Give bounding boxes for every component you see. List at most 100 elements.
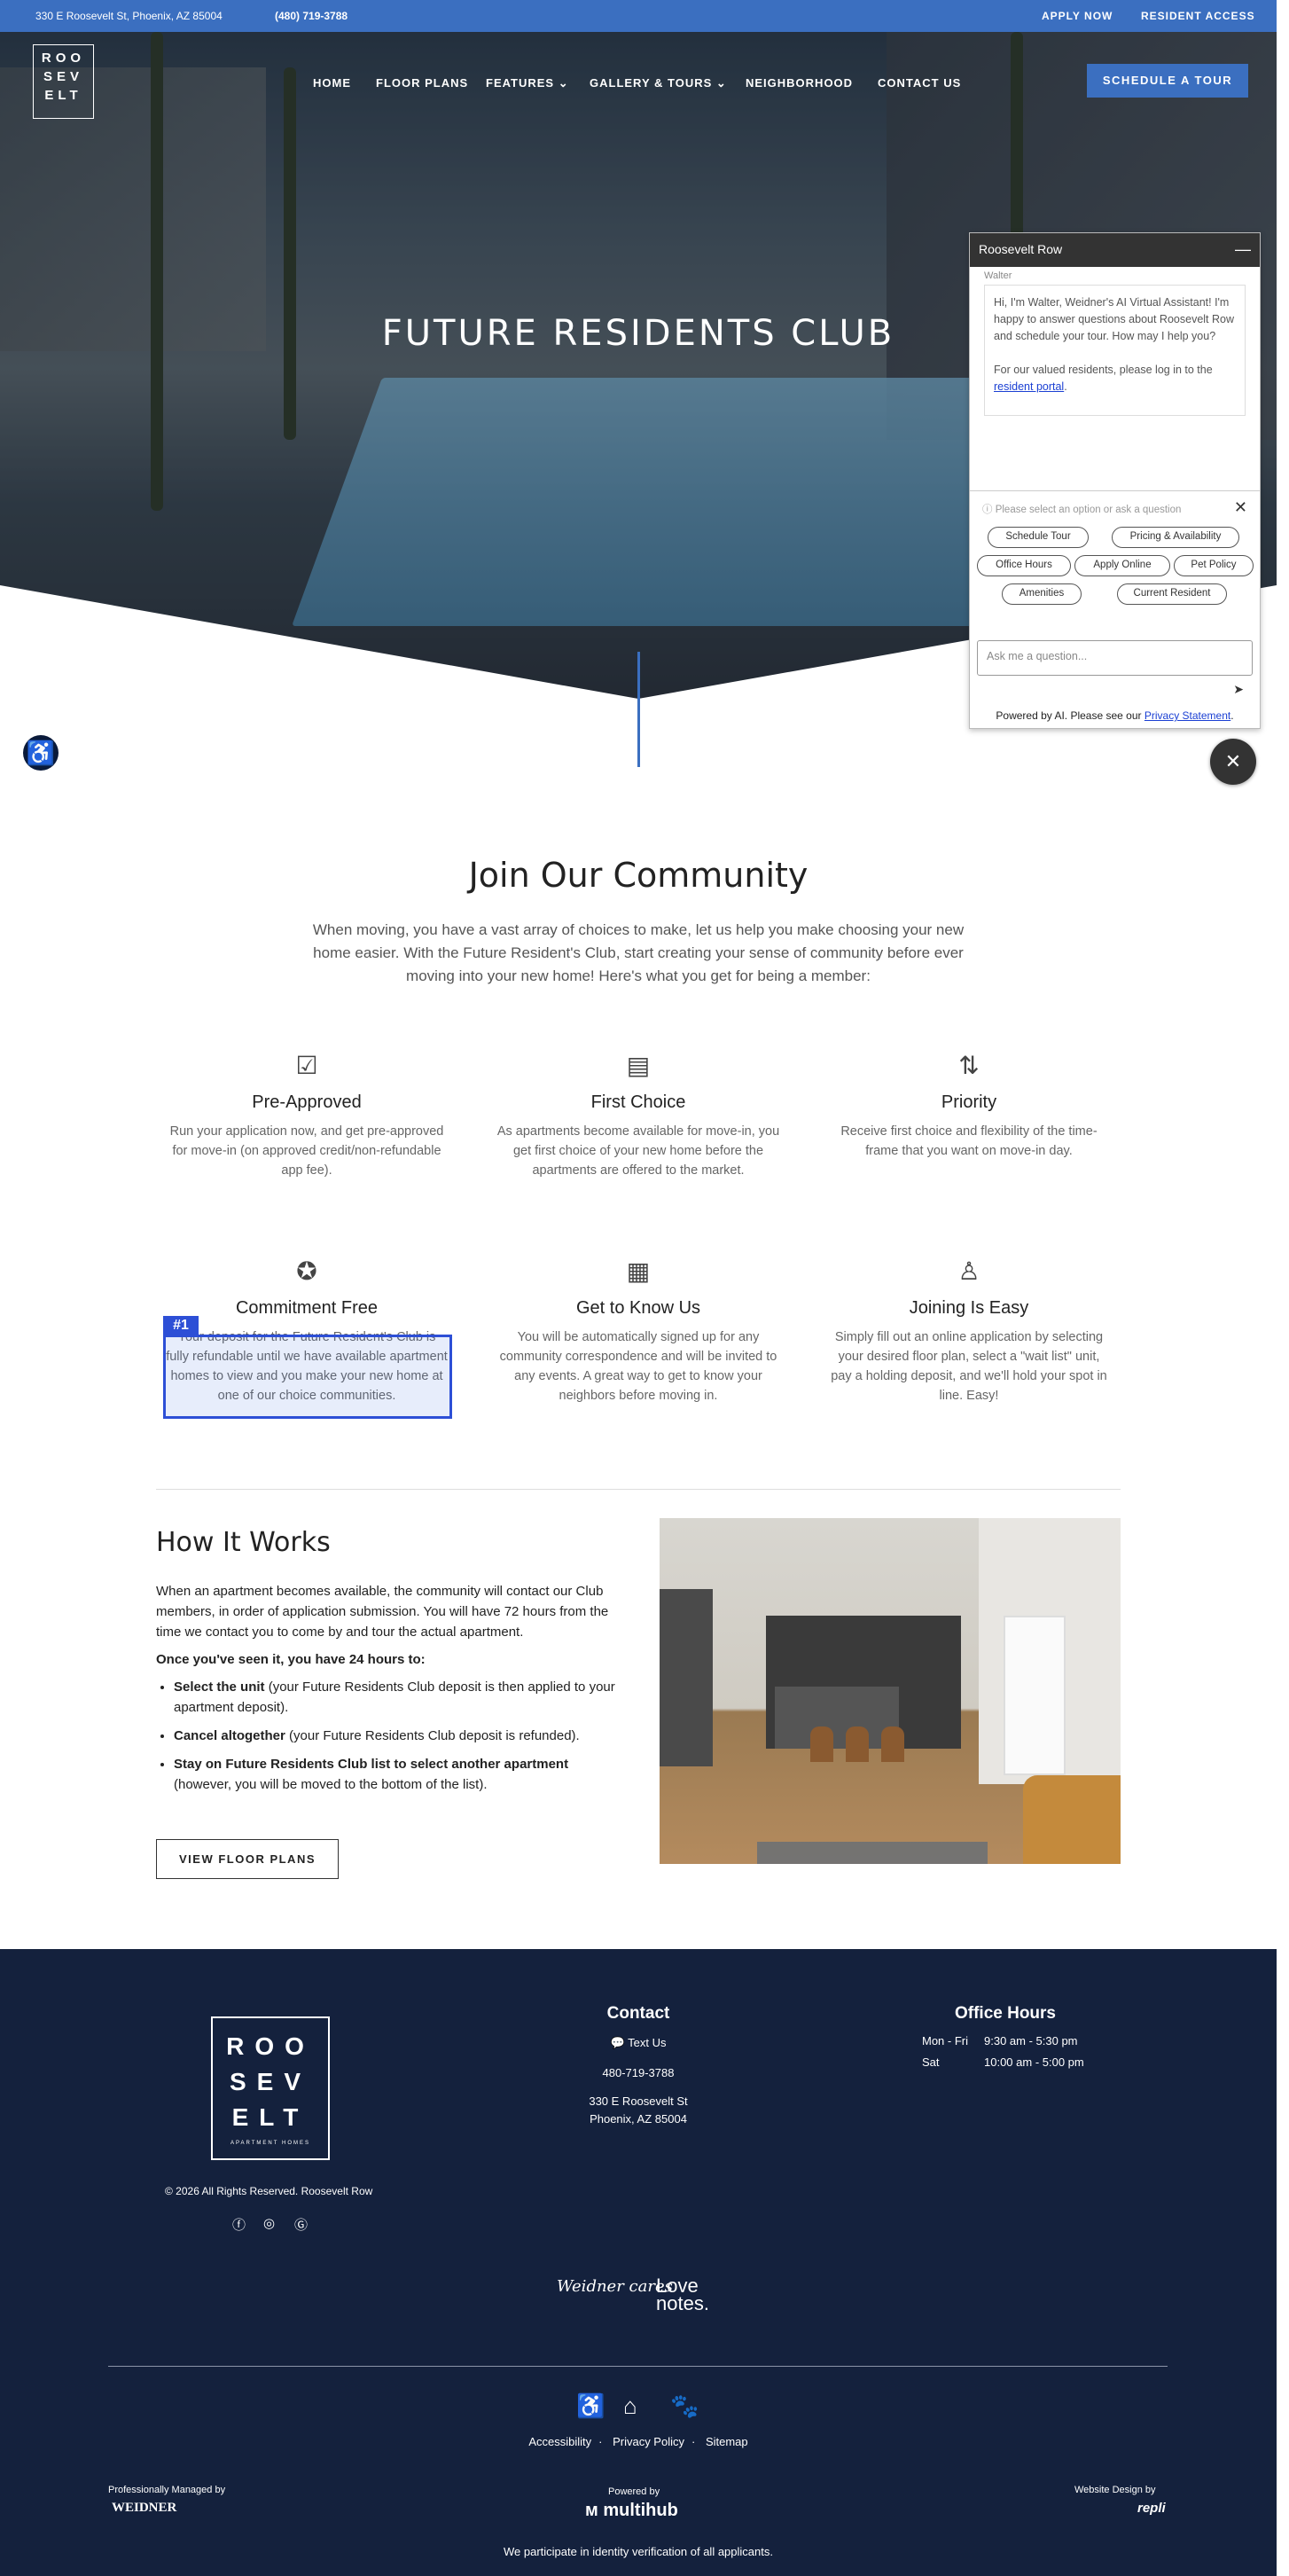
feature-title: Priority <box>941 1092 997 1112</box>
how-subheading: Once you've seen it, you have 24 hours t… <box>156 1652 426 1667</box>
site-logo[interactable]: ROO SEV ELT <box>33 44 94 119</box>
apply-now-link[interactable]: APPLY NOW <box>1042 10 1113 22</box>
list-item-text: (however, you will be moved to the botto… <box>174 1777 488 1792</box>
privacy-statement-link[interactable]: Privacy Statement <box>1144 709 1230 722</box>
chevron-down-icon: ⌄ <box>715 76 727 90</box>
feature-first-choice: ▤ First Choice As apartments become avai… <box>496 1052 780 1180</box>
nav-features[interactable]: FEATURES ⌄ <box>486 76 569 90</box>
highlight-badge: #1 <box>163 1316 199 1335</box>
chat-bubble-icon: 💬 <box>610 2036 625 2049</box>
nav-gallery-label: GALLERY & TOURS <box>590 76 713 90</box>
top-bar: 330 E Roosevelt St, Phoenix, AZ 85004 (4… <box>0 0 1277 32</box>
list-item: Select the unit (your Future Residents C… <box>174 1677 617 1718</box>
info-icon: ⓘ <box>982 505 993 515</box>
chat-footer: Powered by AI. Please see our Privacy St… <box>996 709 1234 722</box>
google-icon[interactable]: Ⓖ <box>294 2215 308 2234</box>
minimize-icon[interactable]: — <box>1235 240 1251 259</box>
photo-stool <box>810 1726 833 1762</box>
user-icon: ♙ <box>957 1257 980 1285</box>
footer-divider <box>108 2366 1168 2367</box>
hours-day: Mon - Fri <box>922 2034 968 2047</box>
privacy-policy-link[interactable]: Privacy Policy <box>613 2435 684 2448</box>
feature-text: You will be automatically signed up for … <box>499 1330 777 1403</box>
photo-counter <box>775 1687 899 1749</box>
accessibility-icon[interactable]: ♿ <box>23 735 59 771</box>
feature-pre-approved: ☑ Pre-Approved Run your application now,… <box>165 1052 449 1180</box>
chat-option-chip[interactable]: Pet Policy <box>1174 555 1254 576</box>
nav-floor-plans[interactable]: FLOOR PLANS <box>376 76 468 90</box>
repli-logo[interactable]: repli <box>1137 2501 1166 2516</box>
list-item-bold: Stay on Future Residents Club list to se… <box>174 1757 569 1772</box>
logo-line: ELT <box>44 88 82 103</box>
chevron-down-icon: ⌄ <box>558 76 569 90</box>
feature-joining-is-easy: ♙ Joining Is Easy Simply fill out an onl… <box>827 1257 1111 1405</box>
wheelchair-icon: ♿ <box>576 2392 605 2419</box>
chat-prompt-text: Please select an option or ask a questio… <box>995 505 1182 515</box>
chat-close-button[interactable]: ✕ <box>1210 739 1256 785</box>
resident-portal-link[interactable]: resident portal <box>994 380 1064 393</box>
section-title: Join Our Community <box>468 856 809 895</box>
schedule-tour-button[interactable]: SCHEDULE A TOUR <box>1087 64 1248 98</box>
contact-title: Contact <box>606 2004 670 2023</box>
weidner-logo[interactable]: WEIDNER <box>112 2501 176 2516</box>
feature-text: Simply fill out an online application by… <box>831 1330 1107 1403</box>
highlight-box <box>163 1335 452 1419</box>
chat-option-chip[interactable]: Office Hours <box>977 555 1071 576</box>
hero-divider-line <box>637 652 640 767</box>
feature-priority: ⇅ Priority Receive first choice and flex… <box>827 1052 1111 1161</box>
logo-subtitle: APARTMENT HOMES <box>230 2141 310 2146</box>
photo-sofa <box>1023 1775 1121 1864</box>
instagram-icon[interactable]: ◎ <box>263 2215 275 2231</box>
address-link[interactable]: 330 E Roosevelt St, Phoenix, AZ 85004 <box>35 10 223 22</box>
text-us-link[interactable]: 💬 Text Us <box>550 2036 727 2050</box>
chat-option-chip[interactable]: Pricing & Availability <box>1112 527 1239 548</box>
feature-title: Commitment Free <box>235 1298 379 1318</box>
chat-input[interactable]: Ask me a question... <box>977 640 1253 676</box>
send-icon[interactable]: ➤ <box>1233 682 1244 697</box>
feature-text: Run your application now, and get pre-ap… <box>169 1124 444 1178</box>
footer-phone[interactable]: 480-719-3788 <box>550 2066 727 2079</box>
chat-option-chip[interactable]: Apply Online <box>1074 555 1170 576</box>
paw-icon: 🐾 <box>670 2392 699 2419</box>
signpost-icon: ⇅ <box>958 1052 980 1079</box>
sitemap-link[interactable]: Sitemap <box>706 2435 748 2448</box>
nav-contact[interactable]: CONTACT US <box>878 76 961 90</box>
nav-neighborhood[interactable]: NEIGHBORHOOD <box>746 76 853 90</box>
chat-message-text: For our valued residents, please log in … <box>994 364 1213 376</box>
award-icon: ✪ <box>296 1257 317 1285</box>
newsletter-icon: ▦ <box>626 1257 651 1285</box>
multihub-logo[interactable]: ᴍ multihub <box>585 2501 678 2521</box>
list-item: Cancel altogether (your Future Residents… <box>174 1726 617 1746</box>
close-icon[interactable]: ✕ <box>1234 498 1247 517</box>
nav-home[interactable]: HOME <box>313 76 351 90</box>
feature-title: Get to Know Us <box>575 1298 701 1318</box>
chat-agent-name: Walter <box>984 270 1012 281</box>
feature-text: As apartments become available for move-… <box>496 1124 780 1178</box>
list-item-text: (your Future Residents Club deposit is r… <box>285 1728 580 1743</box>
love-notes-line: notes. <box>656 2292 709 2314</box>
footer-links: Accessibility · Privacy Policy · Sitemap <box>528 2435 748 2448</box>
chat-options: ⓘ Please select an option or ask a quest… <box>970 490 1260 605</box>
section-intro: When moving, you have a vast array of ch… <box>312 921 965 984</box>
list-item-bold: Select the unit <box>174 1679 265 1695</box>
logo-line: ELT <box>231 2103 309 2131</box>
footer-logo[interactable]: ROO SEV ELT APARTMENT HOMES <box>211 2016 330 2160</box>
resident-access-link[interactable]: RESIDENT ACCESS <box>1141 10 1255 22</box>
how-it-works-title: How It Works <box>156 1527 331 1558</box>
phone-link[interactable]: (480) 719-3788 <box>275 10 348 22</box>
facebook-icon[interactable]: ⓕ <box>232 2215 246 2234</box>
nav-gallery[interactable]: GALLERY & TOURS ⌄ <box>590 76 727 90</box>
how-paragraph: When an apartment becomes available, the… <box>156 1584 609 1640</box>
chat-option-chip[interactable]: Current Resident <box>1117 583 1227 605</box>
accessibility-link[interactable]: Accessibility <box>528 2435 591 2448</box>
copyright: © 2026 All Rights Reserved. Roosevelt Ro… <box>165 2185 373 2197</box>
chat-option-chip[interactable]: Schedule Tour <box>988 527 1089 548</box>
logo-line: ROO <box>226 2032 315 2060</box>
equal-housing-icon: ⌂ <box>623 2392 637 2419</box>
love-notes-logo[interactable]: Love notes. <box>656 2276 709 2314</box>
feature-get-to-know-us: ▦ Get to Know Us You will be automatical… <box>496 1257 780 1405</box>
chat-header: Roosevelt Row — <box>970 233 1260 267</box>
chat-option-chip[interactable]: Amenities <box>1002 583 1082 605</box>
view-floor-plans-button[interactable]: VIEW FLOOR PLANS <box>156 1839 339 1879</box>
text-us-label: Text Us <box>628 2036 667 2049</box>
